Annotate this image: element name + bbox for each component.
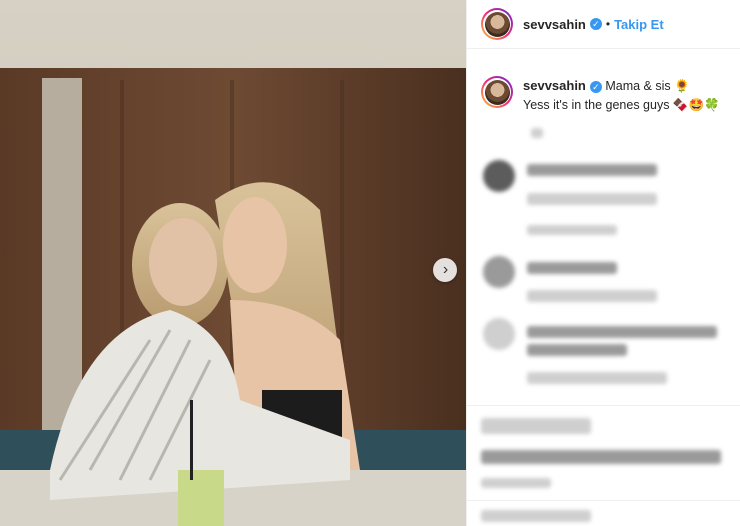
username-link[interactable]: sevvsahin (523, 17, 586, 32)
chevron-right-icon: › (442, 261, 449, 278)
blurred-timestamp (481, 478, 551, 488)
blurred-comment-meta (527, 372, 667, 384)
blurred-comment-avatar (483, 318, 515, 350)
blurred-caption-meta (531, 128, 543, 138)
caption-username[interactable]: sevvsahin (523, 78, 586, 93)
blurred-comment-text (527, 326, 717, 338)
caption-text: sevvsahin ✓ Mama & sis 🌻 Yess it's in the… (523, 76, 720, 115)
post-header: sevvsahin ✓ • Takip Et (467, 0, 740, 49)
caption-avatar-image (484, 79, 510, 105)
caption-verified-icon: ✓ (589, 80, 602, 93)
blurred-comment-text (527, 164, 657, 176)
blurred-comment-meta (527, 193, 657, 205)
blurred-comment-avatar (483, 160, 515, 192)
divider (467, 405, 740, 406)
caption-block: sevvsahin ✓ Mama & sis 🌻 Yess it's in the… (481, 76, 720, 115)
divider (467, 500, 740, 501)
follow-button[interactable]: Takip Et (614, 17, 664, 32)
photo-illustration (0, 0, 466, 526)
blurred-comment-text (527, 262, 617, 274)
blurred-comment-avatar (483, 256, 515, 288)
blurred-comment-meta (527, 290, 657, 302)
caption-line-1: Mama & sis 🌻 (605, 79, 690, 93)
separator-dot: • (605, 17, 611, 31)
avatar-image (484, 11, 510, 37)
post-side-panel: sevvsahin ✓ • Takip Et sevvsahin ✓ Mama &… (466, 0, 740, 526)
post-photo: › (0, 0, 466, 526)
avatar[interactable] (481, 8, 513, 40)
verified-badge-icon: ✓ (589, 18, 602, 30)
blurred-comment-text (527, 344, 627, 356)
blurred-view-replies (527, 225, 617, 235)
blurred-action-icons (481, 418, 591, 434)
caption-line-2: Yess it's in the genes guys 🍫🤩🍀 (523, 98, 720, 112)
blurred-comment-input[interactable] (481, 510, 591, 522)
blurred-likes-text (481, 450, 721, 464)
caption-avatar[interactable] (481, 76, 513, 108)
next-photo-button[interactable]: › (433, 258, 457, 282)
